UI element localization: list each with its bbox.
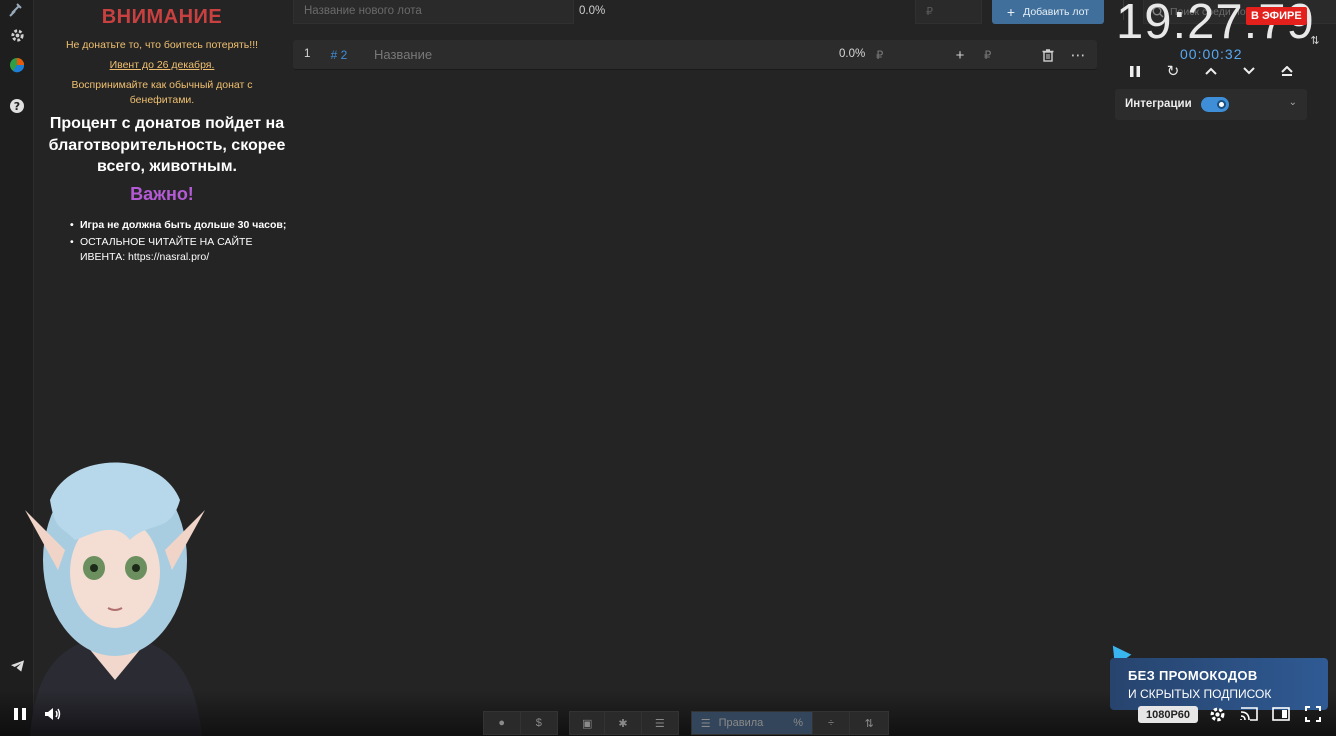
- bottom-toolbar-group: ▣ ✱ ☰: [569, 711, 679, 735]
- rules-button[interactable]: ☰ Правила %: [692, 712, 813, 734]
- new-lot-percent: 0.0%: [579, 5, 606, 17]
- new-lot-bar: Название нового лота 0.0% ₽ + Добавить л…: [293, 0, 1336, 26]
- bottom-toolbar-group: ● $: [483, 711, 558, 735]
- chevron-down-icon[interactable]: ⌄: [1289, 97, 1297, 108]
- list-icon[interactable]: ☰: [642, 712, 678, 734]
- pause-icon[interactable]: [1124, 61, 1146, 81]
- divide-icon[interactable]: ÷: [813, 712, 851, 734]
- dollar-icon[interactable]: $: [521, 712, 558, 734]
- svg-text:?: ?: [14, 100, 20, 113]
- rules-list: Игра не должна быть дольше 30 часов; ОСТ…: [70, 218, 290, 267]
- promo-line1: БЕЗ ПРОМОКОДОВ: [1128, 668, 1258, 683]
- rules-warning: Не донатьте то, что боитесь потерять!!!: [65, 39, 259, 51]
- integrations-label: Интеграции: [1125, 98, 1192, 110]
- lot-index: 1: [304, 48, 311, 60]
- lot-add-amount-input[interactable]: ₽: [984, 48, 991, 62]
- rules-title: ВНИМАНИЕ: [101, 6, 223, 28]
- resolution-badge: 1080P60: [1138, 706, 1199, 723]
- gear-icon[interactable]: [1206, 704, 1228, 724]
- charity-text: Процент с донатов пойдет на благотворите…: [48, 115, 286, 175]
- lot-amount: ₽: [876, 50, 884, 62]
- reset-icon[interactable]: ↻: [1162, 61, 1184, 81]
- bug-icon[interactable]: ✱: [605, 712, 642, 734]
- rules-label: Правила: [718, 717, 764, 729]
- lot-percent: 0.0%: [839, 48, 866, 60]
- miniplayer-icon[interactable]: [1270, 704, 1292, 724]
- new-lot-name-input[interactable]: Название нового лота: [293, 0, 574, 24]
- fullscreen-icon[interactable]: [1302, 704, 1324, 724]
- important-heading: Важно!: [130, 184, 194, 204]
- lot-name-input[interactable]: Название: [374, 47, 432, 62]
- add-lot-label: Добавить лот: [1023, 6, 1090, 18]
- table-row: 1 # 2 Название 0.0% ₽ + ₽ ⋯: [293, 40, 1097, 70]
- double-up-icon[interactable]: [1276, 61, 1298, 81]
- event-link[interactable]: Ивент до 26 декабря.: [34, 59, 290, 71]
- rules-note: Воспринимайте как обычный донат с бенефи…: [71, 79, 253, 106]
- plus-icon[interactable]: +: [951, 46, 969, 64]
- add-lot-button[interactable]: + Добавить лот: [992, 0, 1104, 24]
- auction-page: ? ВНИМАНИЕ Не донатьте то, что боитесь п…: [0, 0, 1336, 736]
- help-icon[interactable]: ?: [7, 96, 27, 116]
- github-icon[interactable]: ●: [484, 712, 521, 734]
- promo-line2: И СКРЫТЫХ ПОДПИСОК: [1128, 687, 1272, 701]
- pie-chart-icon[interactable]: [7, 55, 27, 75]
- swap-icon[interactable]: ⇅: [1306, 31, 1324, 49]
- gavel-icon[interactable]: [7, 0, 27, 20]
- new-lot-amount-input[interactable]: ₽: [915, 0, 982, 24]
- save-icon[interactable]: ▣: [570, 712, 606, 734]
- sort-icon[interactable]: ⇅: [850, 712, 888, 734]
- volume-icon[interactable]: [42, 704, 64, 724]
- chevron-down-icon[interactable]: [1238, 61, 1260, 81]
- rules-panel: ВНИМАНИЕ Не донатьте то, что боитесь пот…: [34, 0, 290, 300]
- bottom-toolbar-group: ☰ Правила % ÷ ⇅: [691, 711, 889, 735]
- trash-icon[interactable]: [1039, 46, 1057, 64]
- integrations-toggle[interactable]: [1201, 97, 1229, 112]
- pause-icon[interactable]: [9, 704, 31, 724]
- live-badge: В ЭФИРЕ: [1246, 7, 1307, 25]
- list-item: ОСТАЛЬНОЕ ЧИТАЙТЕ НА САЙТЕ ИВЕНТА: https…: [70, 235, 290, 266]
- chevron-up-icon[interactable]: [1200, 61, 1222, 81]
- plus-icon: +: [1006, 4, 1016, 20]
- toggle-knob: [1217, 100, 1226, 109]
- cast-icon[interactable]: [1238, 704, 1260, 724]
- elapsed-time: 00:00:32: [1180, 46, 1243, 62]
- percent-icon: %: [793, 717, 804, 729]
- gear-icon[interactable]: [7, 25, 27, 45]
- list-icon: ☰: [700, 717, 711, 730]
- promo-banner[interactable]: БЕЗ ПРОМОКОДОВ И СКРЫТЫХ ПОДПИСОК: [1110, 658, 1328, 710]
- lot-fast-id[interactable]: # 2: [325, 46, 353, 64]
- more-icon[interactable]: ⋯: [1069, 46, 1087, 64]
- list-item: Игра не должна быть дольше 30 часов;: [70, 218, 290, 234]
- integrations-panel[interactable]: Интеграции ⌄: [1115, 89, 1307, 120]
